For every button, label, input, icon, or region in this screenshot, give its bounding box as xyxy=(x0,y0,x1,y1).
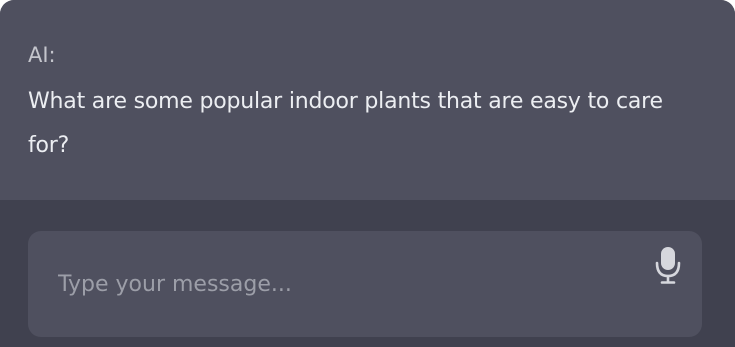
message-input[interactable] xyxy=(58,267,618,301)
chat-window: AI: What are some popular indoor plants … xyxy=(0,0,735,347)
microphone-button[interactable] xyxy=(652,245,684,285)
message-composer xyxy=(28,231,702,337)
message-sender-label: AI: xyxy=(28,43,56,67)
microphone-icon xyxy=(655,247,681,284)
message-text: What are some popular indoor plants that… xyxy=(28,89,663,158)
ai-message: AI: What are some popular indoor plants … xyxy=(0,0,735,200)
